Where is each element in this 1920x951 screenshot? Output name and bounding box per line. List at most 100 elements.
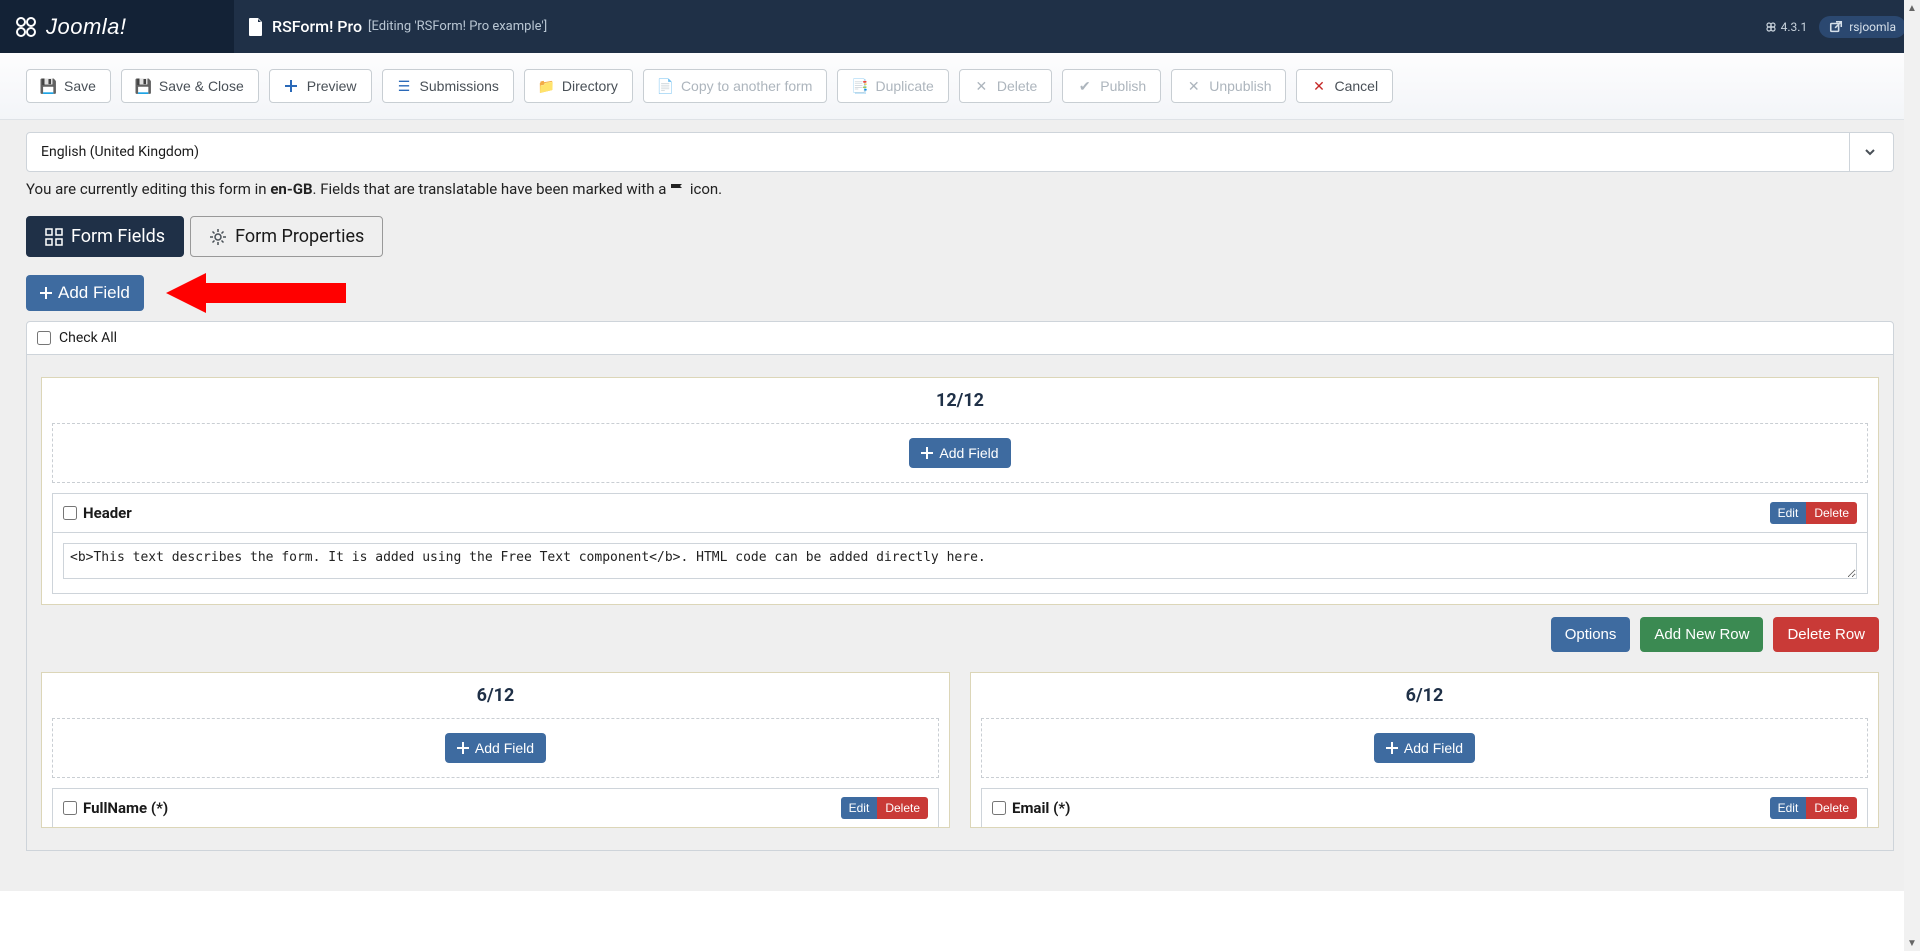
preview-button[interactable]: Preview: [269, 69, 372, 103]
action-toolbar: 💾Save 💾Save & Close Preview ☰Submissions…: [0, 53, 1920, 120]
add-field-button[interactable]: Add Field: [26, 275, 144, 311]
save-close-button[interactable]: 💾Save & Close: [121, 69, 259, 103]
directory-button[interactable]: 📁Directory: [524, 69, 633, 103]
copy-icon: 📄: [658, 79, 673, 94]
row-title: 12/12: [52, 390, 1868, 411]
grid-icon: [45, 228, 63, 246]
cancel-button[interactable]: ✕Cancel: [1296, 69, 1393, 103]
inner-add-field-button[interactable]: Add Field: [909, 438, 1010, 468]
folder-icon: 📁: [539, 79, 554, 94]
submissions-button[interactable]: ☰Submissions: [382, 69, 514, 103]
layout-row: 12/12 Add Field Header Edit Delete: [41, 377, 1879, 605]
field-checkbox[interactable]: [63, 801, 77, 815]
plus-icon: [457, 742, 469, 754]
field-header: Email (*) Edit Delete: [982, 789, 1867, 827]
field-checkbox[interactable]: [63, 506, 77, 520]
field-edit-button[interactable]: Edit: [1770, 502, 1807, 524]
check-all-row: Check All: [26, 321, 1894, 355]
x-icon: ✕: [1186, 79, 1201, 94]
check-all-checkbox[interactable]: [37, 331, 51, 345]
scroll-down-icon: ▼: [1904, 935, 1920, 951]
publish-button[interactable]: ✔Publish: [1062, 69, 1161, 103]
field-header: FullName (*) Edit Delete: [53, 789, 938, 827]
field-body: [53, 533, 1867, 593]
options-button[interactable]: Options: [1551, 617, 1631, 652]
user-menu[interactable]: rsjoomla: [1819, 16, 1906, 38]
field-header: Header Edit Delete: [53, 494, 1867, 533]
user-name: rsjoomla: [1849, 20, 1896, 34]
stack-icon: ☰: [397, 79, 412, 94]
save-icon: 💾: [41, 79, 56, 94]
field-checkbox[interactable]: [992, 801, 1006, 815]
drop-zone[interactable]: Add Field: [52, 423, 1868, 483]
col-title: 6/12: [52, 685, 939, 706]
plus-icon: [921, 447, 933, 459]
topbar: Joomla! RSForm! Pro [Editing 'RSForm! Pr…: [0, 0, 1920, 53]
check-icon: ✔: [1077, 79, 1092, 94]
delete-row-button[interactable]: Delete Row: [1773, 617, 1879, 652]
field-delete-button[interactable]: Delete: [1806, 502, 1857, 524]
version-badge: 4.3.1: [1765, 20, 1808, 34]
save-button[interactable]: 💾Save: [26, 69, 111, 103]
scroll-up-icon: ▲: [1904, 0, 1920, 16]
col-title: 6/12: [981, 685, 1868, 706]
joomla-small-icon: [1765, 21, 1777, 33]
two-column-row: 6/12 Add Field FullName (*) Edit: [41, 672, 1879, 828]
layout-column: 6/12 Add Field Email (*) Edit: [970, 672, 1879, 828]
x-icon: ✕: [1311, 79, 1326, 94]
fields-panel: 12/12 Add Field Header Edit Delete: [26, 355, 1894, 851]
arrow-annotation: [166, 269, 346, 317]
field-actions: Edit Delete: [1770, 797, 1857, 819]
page-title-area: RSForm! Pro [Editing 'RSForm! Pro exampl…: [234, 17, 547, 36]
gear-icon: [209, 228, 227, 246]
plus-icon: [284, 79, 299, 94]
page-title: RSForm! Pro: [272, 17, 362, 36]
copy-button[interactable]: 📄Copy to another form: [643, 69, 828, 103]
tab-form-properties[interactable]: Form Properties: [190, 216, 383, 257]
view-tabs: Form Fields Form Properties: [26, 216, 1894, 257]
field-edit-button[interactable]: Edit: [1770, 797, 1807, 819]
row-actions: Options Add New Row Delete Row: [27, 605, 1893, 652]
drop-zone[interactable]: Add Field: [52, 718, 939, 778]
vertical-scrollbar[interactable]: ▲ ▼: [1904, 0, 1920, 951]
topbar-right: 4.3.1 rsjoomla: [1765, 16, 1920, 38]
brand-text: Joomla!: [46, 14, 127, 40]
language-selected: English (United Kingdom): [41, 144, 199, 160]
language-select[interactable]: English (United Kingdom): [26, 132, 1894, 172]
tab-form-fields[interactable]: Form Fields: [26, 216, 184, 257]
add-new-row-button[interactable]: Add New Row: [1640, 617, 1763, 652]
external-link-icon: [1829, 20, 1843, 34]
duplicate-button[interactable]: 📑Duplicate: [837, 69, 948, 103]
field-delete-button[interactable]: Delete: [1806, 797, 1857, 819]
version-text: 4.3.1: [1781, 20, 1808, 34]
field-actions: Edit Delete: [1770, 502, 1857, 524]
field-delete-button[interactable]: Delete: [877, 797, 928, 819]
plus-icon: [1386, 742, 1398, 754]
field-card: Header Edit Delete: [52, 493, 1868, 594]
inner-add-field-button[interactable]: Add Field: [445, 733, 546, 763]
file-icon: [248, 18, 264, 36]
field-name-label: FullName (*): [63, 799, 168, 817]
delete-button[interactable]: ✕Delete: [959, 69, 1052, 103]
field-actions: Edit Delete: [841, 797, 928, 819]
inner-add-field-button[interactable]: Add Field: [1374, 733, 1475, 763]
field-name-label: Email (*): [992, 799, 1070, 817]
page-subtitle: [Editing 'RSForm! Pro example']: [368, 19, 547, 34]
field-textarea[interactable]: [63, 543, 1857, 579]
field-edit-button[interactable]: Edit: [841, 797, 878, 819]
field-name-label: Header: [63, 504, 132, 522]
save-icon: 💾: [136, 79, 151, 94]
flag-icon: [670, 181, 686, 193]
plus-icon: [40, 287, 52, 299]
x-icon: ✕: [974, 79, 989, 94]
unpublish-button[interactable]: ✕Unpublish: [1171, 69, 1286, 103]
content-area: English (United Kingdom) You are current…: [0, 120, 1920, 891]
field-card: Email (*) Edit Delete: [981, 788, 1868, 827]
drop-zone[interactable]: Add Field: [981, 718, 1868, 778]
field-card: FullName (*) Edit Delete: [52, 788, 939, 827]
brand[interactable]: Joomla!: [0, 0, 234, 53]
layout-column: 6/12 Add Field FullName (*) Edit: [41, 672, 950, 828]
copy-icon: 📑: [852, 79, 867, 94]
joomla-icon: [14, 15, 38, 39]
language-note: You are currently editing this form in e…: [26, 180, 1894, 198]
